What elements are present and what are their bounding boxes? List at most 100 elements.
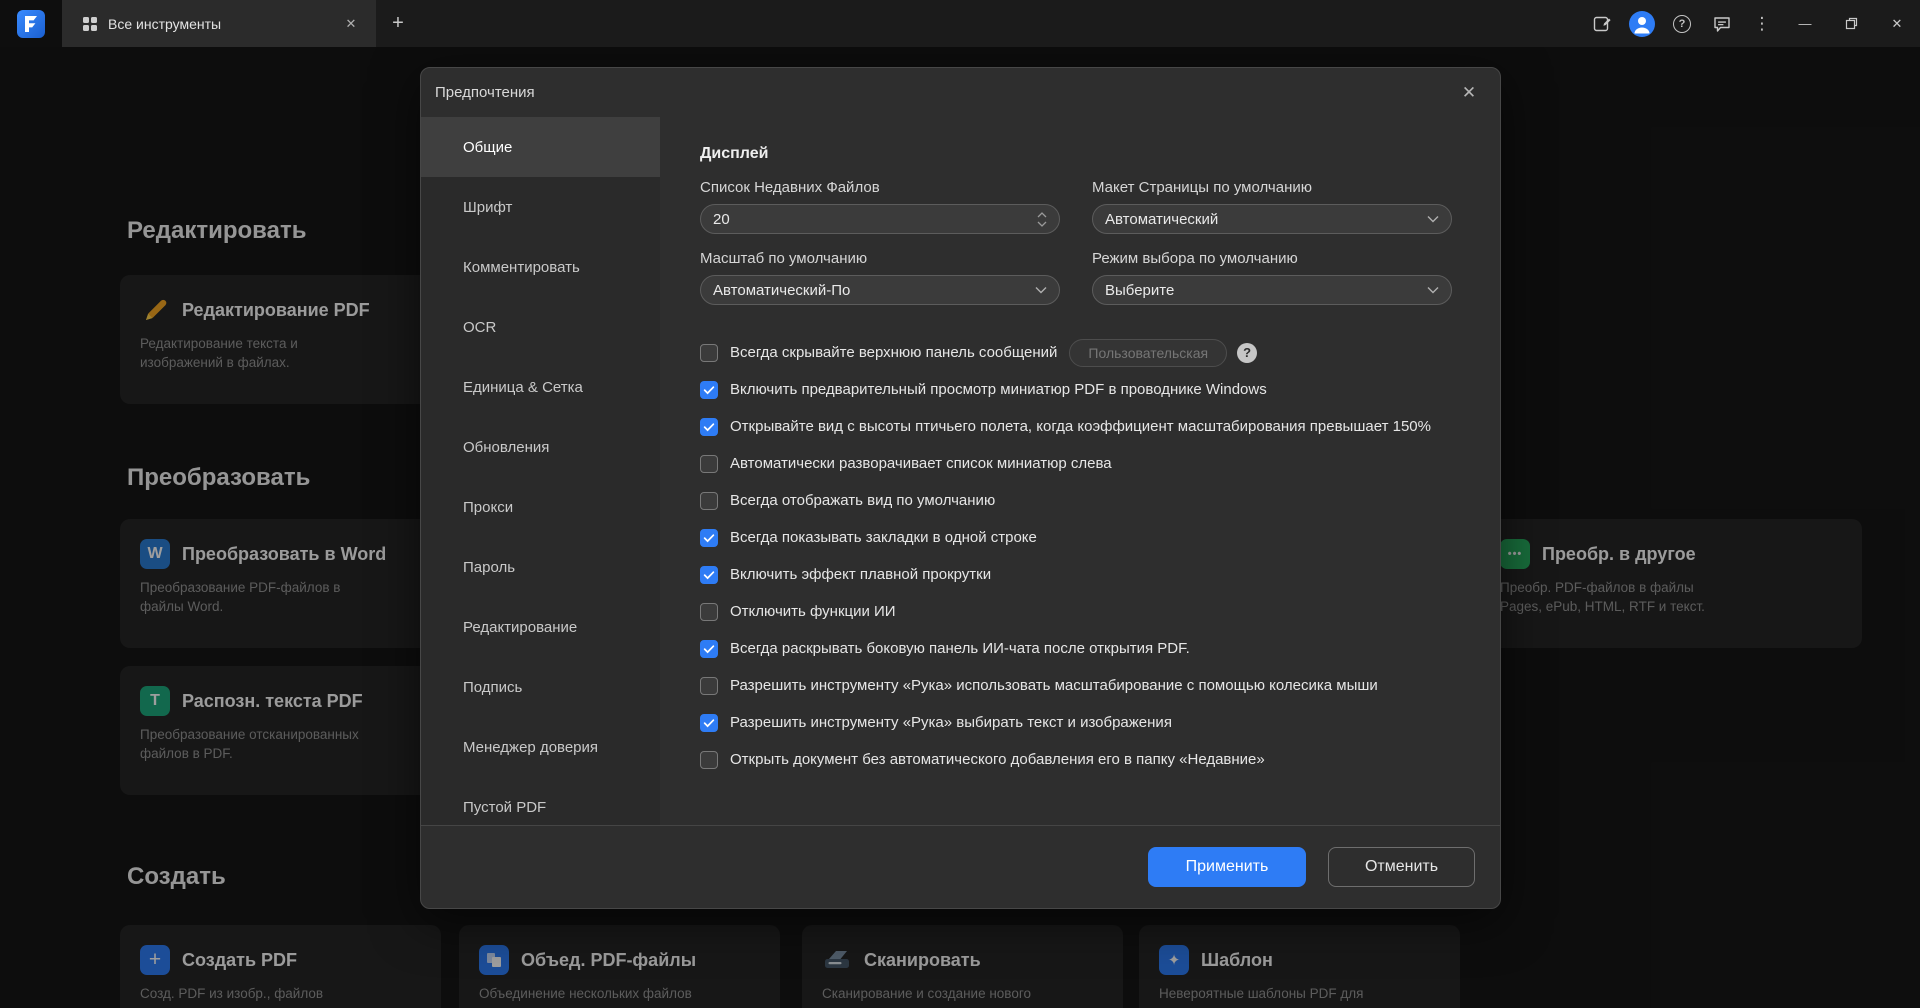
spinner-arrows[interactable] (1037, 212, 1047, 227)
minimize-button[interactable]: — (1782, 0, 1828, 47)
checkbox[interactable] (700, 529, 718, 547)
more-menu-button[interactable]: ⋮ (1742, 0, 1782, 47)
checkbox[interactable] (700, 455, 718, 473)
restore-icon (1844, 16, 1859, 31)
default-zoom-dropdown[interactable]: Автоматический-По (700, 275, 1060, 305)
page-layout-value: Автоматический (1105, 211, 1427, 228)
help-button[interactable]: ? (1662, 0, 1702, 47)
checkbox-row-hand-tool-zoom[interactable]: Разрешить инструменту «Рука» использоват… (700, 667, 1455, 704)
sidebar-item-general[interactable]: Общие (421, 117, 660, 177)
checkbox-row-disable-ai[interactable]: Отключить функции ИИ (700, 593, 1455, 630)
tab-all-tools[interactable]: Все инструменты ✕ (62, 0, 376, 47)
checkbox[interactable] (700, 492, 718, 510)
sidebar-item-proxy[interactable]: Прокси (421, 477, 660, 537)
all-tools-icon (82, 16, 98, 32)
dialog-title: Предпочтения (435, 84, 535, 101)
checkbox-row-default-view[interactable]: Всегда отображать вид по умолчанию (700, 482, 1455, 519)
sidebar-item-label: Общие (463, 139, 512, 156)
checkbox-label: Всегда раскрывать боковую панель ИИ-чата… (730, 638, 1190, 660)
checkbox[interactable] (700, 714, 718, 732)
default-zoom-label: Масштаб по умолчанию (700, 250, 1060, 267)
selection-mode-dropdown[interactable]: Выберите (1092, 275, 1452, 305)
sidebar-item-password[interactable]: Пароль (421, 537, 660, 597)
sidebar-item-label: Единица & Сетка (463, 379, 583, 396)
checkbox-label: Автоматически разворачивает список миниа… (730, 453, 1112, 475)
sidebar-item-label: Обновления (463, 439, 549, 456)
sidebar-item-comment[interactable]: Комментировать (421, 237, 660, 297)
feedback-button[interactable] (1702, 0, 1742, 47)
titlebar-actions: ? ⋮ — ✕ (1582, 0, 1920, 47)
sidebar-item-label: Менеджер доверия (463, 739, 598, 756)
sidebar-item-blank-pdf[interactable]: Пустой PDF (421, 777, 660, 825)
checkbox[interactable] (700, 603, 718, 621)
checkbox-row-hide-message-bar[interactable]: Всегда скрывайте верхнюю панель сообщени… (700, 334, 1455, 371)
checkbox-label: Включить предварительный просмотр миниат… (730, 379, 1267, 401)
checkbox-row-hand-tool-select[interactable]: Разрешить инструменту «Рука» выбирать те… (700, 704, 1455, 741)
new-tab-button[interactable]: + (376, 0, 420, 47)
chevron-down-icon (1035, 286, 1047, 294)
default-zoom-value: Автоматический-По (713, 282, 1035, 299)
checkbox[interactable] (700, 381, 718, 399)
check-icon (702, 716, 716, 730)
checkbox-label: Всегда показывать закладки в одной строк… (730, 527, 1037, 549)
display-form: Список Недавних Файлов 20 Макет Страницы… (700, 163, 1455, 305)
checkbox-label: Всегда скрывайте верхнюю панель сообщени… (730, 342, 1057, 364)
checkbox-row-ai-sidebar[interactable]: Всегда раскрывать боковую панель ИИ-чата… (700, 630, 1455, 667)
check-icon (702, 383, 716, 397)
custom-message-bar-button[interactable]: Пользовательская (1069, 339, 1227, 367)
chevron-down-icon (1427, 215, 1439, 223)
checkbox[interactable] (700, 751, 718, 769)
checkbox[interactable] (700, 344, 718, 362)
checkbox[interactable] (700, 566, 718, 584)
checkbox-row-auto-expand-thumbnails[interactable]: Автоматически разворачивает список миниа… (700, 445, 1455, 482)
checkbox[interactable] (700, 418, 718, 436)
checkbox-row-birds-eye-view[interactable]: Открывайте вид с высоты птичьего полета,… (700, 408, 1455, 445)
sidebar-item-unit-grid[interactable]: Единица & Сетка (421, 357, 660, 417)
recent-files-value: 20 (713, 211, 1037, 228)
sidebar-item-trust-manager[interactable]: Менеджер доверия (421, 717, 660, 777)
app-logo[interactable] (0, 0, 62, 47)
app-window: Все инструменты ✕ + ? (0, 0, 1920, 1008)
check-icon (702, 531, 716, 545)
sidebar-item-label: Комментировать (463, 259, 580, 276)
maximize-button[interactable] (1828, 0, 1874, 47)
page-layout-dropdown[interactable]: Автоматический (1092, 204, 1452, 234)
tab-label: Все инструменты (108, 16, 330, 32)
checkbox-label: Отключить функции ИИ (730, 601, 896, 623)
sidebar-item-ocr[interactable]: OCR (421, 297, 660, 357)
sidebar-item-updates[interactable]: Обновления (421, 417, 660, 477)
checkbox-label: Открыть документ без автоматического доб… (730, 749, 1265, 771)
close-window-button[interactable]: ✕ (1874, 0, 1920, 47)
checkbox-label: Открывайте вид с высоты птичьего полета,… (730, 416, 1431, 438)
checkbox[interactable] (700, 640, 718, 658)
tab-close-icon[interactable]: ✕ (340, 13, 362, 35)
sidebar-item-label: Прокси (463, 499, 513, 516)
apply-button[interactable]: Применить (1148, 847, 1306, 887)
help-icon[interactable]: ? (1237, 343, 1257, 363)
spinner-up-icon[interactable] (1037, 212, 1047, 218)
section-title-display: Дисплей (700, 145, 1455, 163)
chevron-down-icon (1427, 286, 1439, 294)
checkbox-row-no-recent-folder[interactable]: Открыть документ без автоматического доб… (700, 741, 1455, 778)
cancel-button[interactable]: Отменить (1328, 847, 1475, 887)
checkbox-row-smooth-scroll[interactable]: Включить эффект плавной прокрутки (700, 556, 1455, 593)
dialog-header: Предпочтения ✕ (421, 68, 1500, 117)
spinner-down-icon[interactable] (1037, 221, 1047, 227)
sidebar-item-font[interactable]: Шрифт (421, 177, 660, 237)
dialog-close-icon[interactable]: ✕ (1456, 80, 1482, 106)
recent-files-spinner[interactable]: 20 (700, 204, 1060, 234)
selection-mode-value: Выберите (1105, 282, 1427, 299)
sidebar-item-label: Подпись (463, 679, 522, 696)
sidebar-item-editing[interactable]: Редактирование (421, 597, 660, 657)
sidebar-item-label: Редактирование (463, 619, 577, 636)
account-button[interactable] (1622, 0, 1662, 47)
checkbox[interactable] (700, 677, 718, 695)
checkbox-row-thumbnail-preview[interactable]: Включить предварительный просмотр миниат… (700, 371, 1455, 408)
sidebar-item-signature[interactable]: Подпись (421, 657, 660, 717)
whats-new-button[interactable] (1582, 0, 1622, 47)
sidebar-item-label: Шрифт (463, 199, 512, 216)
sidebar-item-label: OCR (463, 319, 496, 336)
sidebar-item-label: Пустой PDF (463, 799, 546, 816)
checkbox-row-bookmarks-one-line[interactable]: Всегда показывать закладки в одной строк… (700, 519, 1455, 556)
sidebar-item-label: Пароль (463, 559, 515, 576)
